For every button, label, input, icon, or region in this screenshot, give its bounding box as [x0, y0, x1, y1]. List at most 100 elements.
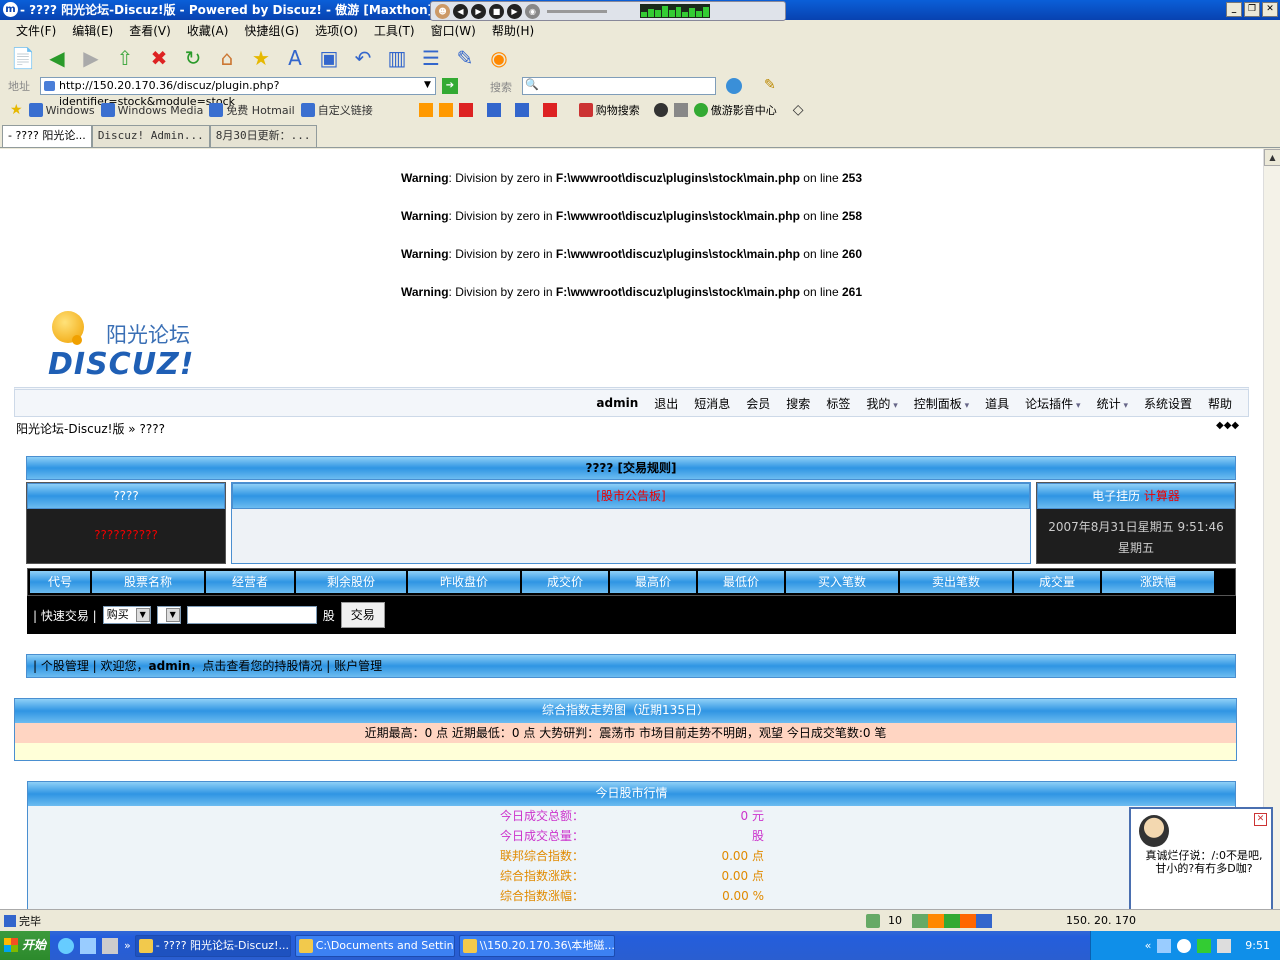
nav-item[interactable]: 标签	[818, 395, 858, 412]
url-dropdown-arrow-icon[interactable]: ▼	[424, 80, 431, 90]
start-button[interactable]: 开始	[0, 931, 50, 960]
tools-icon[interactable]	[673, 103, 688, 117]
refresh-icon[interactable]: ↻	[180, 45, 206, 71]
menu-item[interactable]: 查看(V)	[129, 22, 171, 39]
trade-type-select[interactable]: 购买 ▼	[102, 606, 151, 624]
back-icon[interactable]: ◀	[44, 45, 70, 71]
forum-logo[interactable]: 阳光论坛 DISCUZ!	[48, 309, 198, 384]
collapse-arrows-icon[interactable]: ◆◆◆	[1216, 420, 1239, 431]
nav-item[interactable]: 退出	[646, 395, 686, 412]
menu-item[interactable]: 选项(O)	[315, 22, 358, 39]
task-documents[interactable]: C:\Documents and Settin...	[294, 934, 455, 957]
stock-select[interactable]: ▼	[156, 606, 181, 624]
quicklaunch-more-icon[interactable]: »	[124, 939, 131, 952]
undo-icon[interactable]: ↶	[350, 45, 376, 71]
stock-manage-link[interactable]: | 个股管理 | 欢迎您，	[33, 659, 149, 673]
fav-custom-links[interactable]: 自定义链接	[300, 102, 373, 118]
quicklaunch-ie-icon[interactable]	[58, 937, 74, 954]
next-icon[interactable]: ▶	[507, 3, 522, 19]
play-icon[interactable]: ▶	[471, 3, 486, 19]
nav-item[interactable]: 控制面板	[906, 395, 977, 412]
favorites-star-small-icon[interactable]: ★	[10, 102, 23, 118]
tab-admin[interactable]: Discuz! Admin...	[91, 125, 210, 147]
nav-item[interactable]: 帮助	[1200, 395, 1240, 412]
minimize-button[interactable]: _	[1226, 2, 1242, 17]
fav-windows-media[interactable]: Windows Media	[100, 103, 203, 117]
vertical-scrollbar[interactable]: ▲	[1263, 149, 1280, 909]
diamond-icon[interactable]: ◇	[793, 102, 804, 118]
close-tab-icon[interactable]	[458, 103, 473, 117]
restore-button[interactable]: ❐	[1244, 2, 1260, 17]
status-tool-icons[interactable]	[912, 914, 992, 928]
quantity-input[interactable]	[186, 606, 317, 624]
antivirus-icon[interactable]	[1197, 938, 1212, 953]
calculator-link[interactable]: 计算器	[1144, 489, 1180, 503]
announcement-title[interactable]: 股市公告板	[601, 489, 661, 503]
nav-item[interactable]: 我的	[858, 395, 905, 412]
stop-icon[interactable]: ✖	[146, 45, 172, 71]
menu-item[interactable]: 工具(T)	[374, 22, 415, 39]
tab-left-icon[interactable]	[418, 103, 433, 117]
menu-item[interactable]: 快捷组(G)	[244, 22, 299, 39]
nav-item[interactable]: 短消息	[686, 395, 738, 412]
tab-right-icon[interactable]	[438, 103, 453, 117]
menu-item[interactable]: 帮助(H)	[492, 22, 534, 39]
forward-icon[interactable]: ▶	[78, 45, 104, 71]
task-maxthon[interactable]: - ???? 阳光论坛-Discuz!...	[134, 934, 291, 957]
nav-item[interactable]: 道具	[977, 395, 1017, 412]
menu-item[interactable]: 窗口(W)	[431, 22, 476, 39]
network-icon[interactable]	[1157, 938, 1172, 953]
nav-item[interactable]: 统计	[1089, 395, 1136, 412]
stop-icon[interactable]: ■	[489, 3, 504, 19]
translate-icon[interactable]: A	[282, 45, 308, 71]
volume-icon[interactable]: ◉	[525, 3, 540, 19]
go-icon[interactable]: ➔	[442, 78, 458, 94]
new-page-icon[interactable]: 📄	[10, 45, 36, 71]
notes-icon[interactable]: ☰	[418, 45, 444, 71]
fav-windows[interactable]: Windows	[28, 103, 95, 117]
quicklaunch-desktop-icon[interactable]	[102, 937, 118, 954]
nav-item[interactable]: 论坛插件	[1017, 395, 1088, 412]
scroll-up-icon[interactable]: ▲	[1264, 149, 1280, 166]
search-engine-icon[interactable]	[726, 78, 742, 94]
media-logo-icon[interactable]: ☻	[435, 3, 450, 19]
nav-username[interactable]: admin	[588, 396, 646, 410]
window-icon[interactable]: ▣	[316, 45, 342, 71]
menu-item[interactable]: 编辑(E)	[72, 22, 113, 39]
fav-shopping-search[interactable]: 购物搜索	[578, 102, 640, 118]
volume-tray-icon[interactable]	[1217, 938, 1232, 953]
save-icon[interactable]	[486, 103, 501, 117]
search-input[interactable]: 🔍	[522, 77, 716, 95]
menu-item[interactable]: 收藏(A)	[187, 22, 229, 39]
flash-icon[interactable]	[653, 103, 668, 117]
tray-expand-icon[interactable]: «	[1145, 939, 1152, 952]
url-input[interactable]: http://150.20.170.36/discuz/plugin.php?i…	[40, 77, 436, 108]
breadcrumb-home[interactable]: 阳光论坛-Discuz!版	[16, 422, 124, 436]
maxthon-tray-icon[interactable]	[1177, 938, 1192, 953]
popup-block-icon[interactable]	[866, 914, 880, 928]
nav-item[interactable]: 搜索	[778, 395, 818, 412]
close-popup-icon[interactable]: ✕	[1254, 813, 1267, 826]
edit-icon[interactable]: ✎	[452, 45, 478, 71]
up-icon[interactable]: ⇧	[112, 45, 138, 71]
nav-item[interactable]: 会员	[738, 395, 778, 412]
stock-title[interactable]: ???? [交易规则]	[586, 461, 677, 475]
tab-update[interactable]: 8月30日更新：...	[209, 125, 317, 147]
tab-forum[interactable]: - ???? 阳光论...	[2, 125, 92, 147]
task-network[interactable]: \\150.20.170.36\本地磁...	[458, 934, 615, 957]
tile-icon[interactable]	[514, 103, 529, 117]
columns-icon[interactable]: ▥	[384, 45, 410, 71]
highlight-icon[interactable]: ✎	[764, 77, 776, 93]
prev-icon[interactable]: ◀	[453, 3, 468, 19]
close-button[interactable]: ✕	[1262, 2, 1278, 17]
trade-button[interactable]: 交易	[340, 602, 385, 628]
favorites-star-icon[interactable]: ★	[248, 45, 274, 71]
fav-media-center[interactable]: 傲游影音中心	[693, 102, 777, 118]
rss-icon[interactable]: ◉	[486, 45, 512, 71]
volume-slider[interactable]	[547, 9, 607, 13]
home-icon[interactable]: ⌂	[214, 45, 240, 71]
close-all-icon[interactable]	[542, 103, 557, 117]
fav-hotmail[interactable]: 免费 Hotmail	[209, 102, 295, 118]
quicklaunch-media-icon[interactable]	[80, 937, 96, 954]
menu-item[interactable]: 文件(F)	[16, 22, 56, 39]
